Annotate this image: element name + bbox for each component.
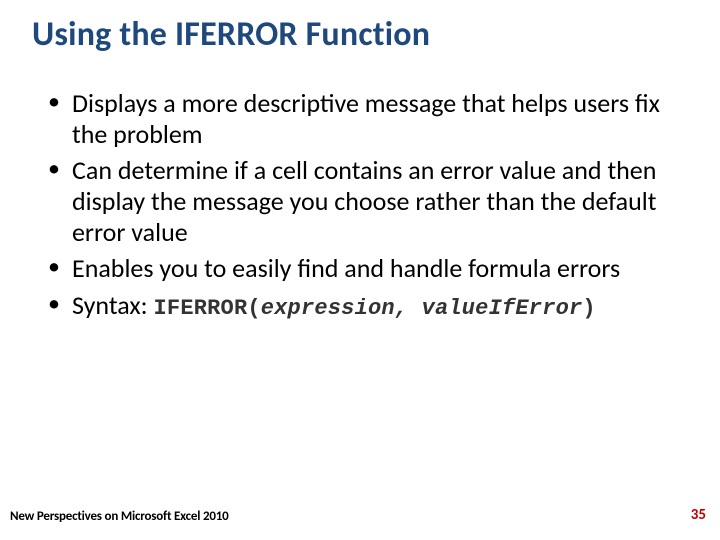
bullet-list: Displays a more descriptive message that…	[44, 88, 684, 322]
bullet-item: Can determine if a cell contains an erro…	[44, 155, 684, 247]
page-number: 35	[691, 506, 706, 524]
syntax-code: IFERROR(expression, valueIfError)	[154, 296, 596, 321]
slide: Using the IFERROR Function Displays a mo…	[0, 0, 720, 540]
footer-source: New Perspectives on Microsoft Excel 2010	[10, 509, 229, 524]
syntax-label: Syntax:	[72, 289, 148, 321]
slide-body: Displays a more descriptive message that…	[44, 88, 684, 328]
bullet-item-syntax: Syntax: IFERROR(expression, valueIfError…	[44, 290, 684, 322]
syntax-close: )	[582, 296, 595, 321]
slide-title: Using the IFERROR Function	[32, 14, 430, 55]
bullet-item: Enables you to easily find and handle fo…	[44, 253, 684, 284]
syntax-func: IFERROR(	[154, 296, 261, 321]
bullet-item: Displays a more descriptive message that…	[44, 88, 684, 149]
syntax-args: expression, valueIfError	[261, 296, 583, 321]
